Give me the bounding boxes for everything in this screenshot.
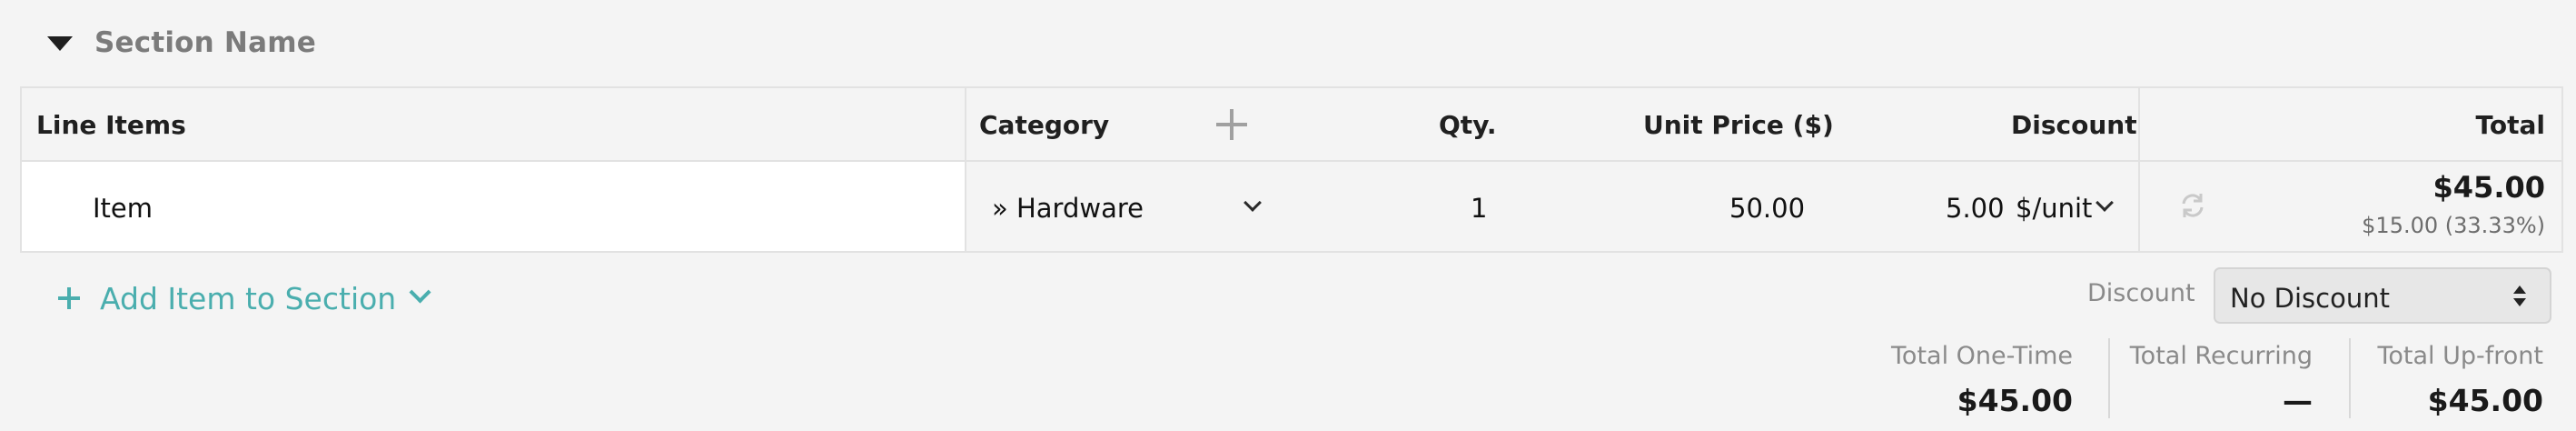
plus-icon xyxy=(58,287,80,309)
line-item-name[interactable]: Item xyxy=(93,193,153,224)
header-unit-price: Unit Price ($) xyxy=(1643,110,1834,140)
line-total-savings: $15.00 (33.33%) xyxy=(2362,213,2545,238)
column-divider xyxy=(2138,88,2140,251)
section-name: Section Name xyxy=(94,26,316,59)
add-item-chevron-down-icon[interactable] xyxy=(409,281,431,304)
add-item-label: Add Item to Section xyxy=(100,280,397,316)
line-item-cell[interactable]: Item xyxy=(22,162,965,251)
category-select[interactable]: » Hardware xyxy=(992,193,1144,224)
add-column-plus-icon[interactable] xyxy=(1216,109,1247,140)
total-recurring-value: — xyxy=(2283,383,2313,418)
category-chevron-down-icon[interactable] xyxy=(1243,194,1262,212)
total-upfront: Total Up-front $45.00 xyxy=(2377,342,2543,418)
table-header-row: Line Items Category Qty. Unit Price ($) … xyxy=(22,88,2561,162)
qty-value[interactable]: 1 xyxy=(1471,193,1487,224)
header-discount: Discount xyxy=(2011,110,2137,140)
total-upfront-value: $45.00 xyxy=(2427,383,2543,418)
add-item-to-section-button[interactable]: Add Item to Section xyxy=(58,278,396,318)
table-row: Item » Hardware 1 50.00 5.00 $/unit $45.… xyxy=(22,162,2561,251)
header-line-items: Line Items xyxy=(36,110,186,140)
section-discount-value: No Discount xyxy=(2230,283,2390,314)
total-one-time-label: Total One-Time xyxy=(1891,342,2073,370)
header-total: Total xyxy=(2475,110,2546,140)
total-recurring-label: Total Recurring xyxy=(2129,342,2313,370)
discount-unit-select[interactable]: $/unit xyxy=(2016,193,2092,224)
header-category: Category xyxy=(979,110,1110,140)
totals-divider xyxy=(2349,338,2351,418)
caret-down-icon[interactable] xyxy=(47,36,73,51)
line-items-table: Line Items Category Qty. Unit Price ($) … xyxy=(20,86,2563,253)
section-header[interactable]: Section Name xyxy=(47,20,316,65)
section-discount-select[interactable]: No Discount xyxy=(2214,267,2551,324)
discount-unit-chevron-down-icon[interactable] xyxy=(2095,194,2114,212)
total-upfront-label: Total Up-front xyxy=(2377,342,2543,370)
column-divider xyxy=(965,88,966,251)
unit-price-value[interactable]: 50.00 xyxy=(1729,193,1805,224)
total-one-time: Total One-Time $45.00 xyxy=(1891,342,2073,418)
totals-divider xyxy=(2108,338,2110,418)
total-one-time-value: $45.00 xyxy=(1957,383,2073,418)
line-total: $45.00 xyxy=(2432,170,2545,205)
discount-value[interactable]: 5.00 xyxy=(1946,193,2005,224)
total-recurring: Total Recurring — xyxy=(2130,342,2313,418)
header-qty: Qty. xyxy=(1439,110,1497,140)
discount-label: Discount xyxy=(2087,279,2195,307)
refresh-icon[interactable] xyxy=(2176,189,2209,222)
select-updown-icon xyxy=(2513,286,2526,307)
